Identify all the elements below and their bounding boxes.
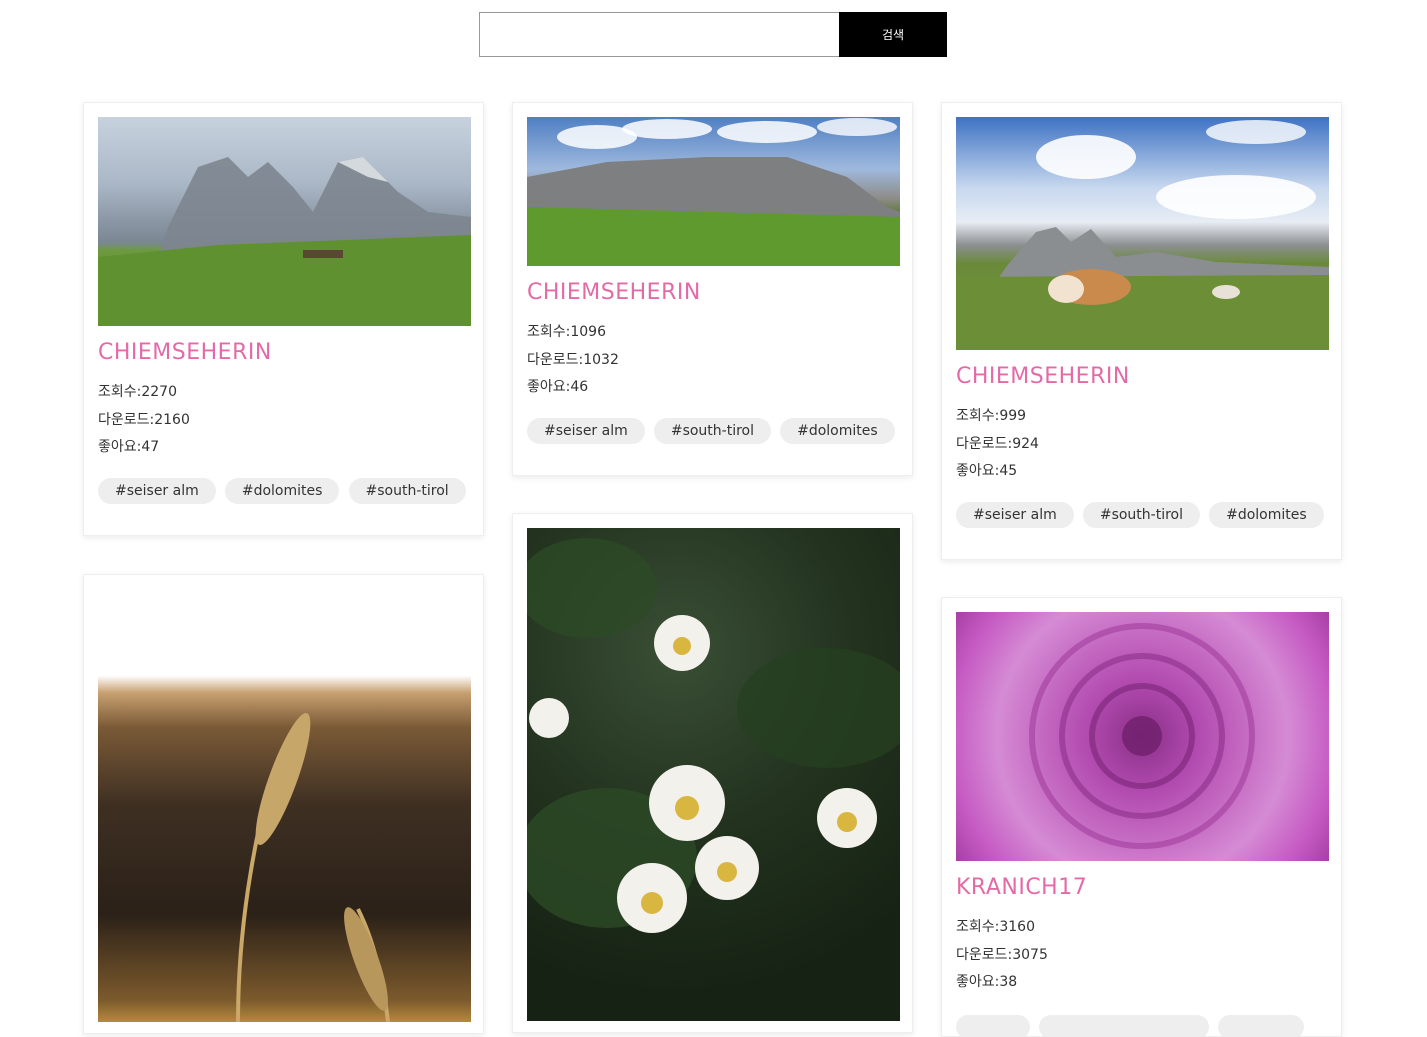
alpine-panorama-photo[interactable] — [527, 117, 900, 266]
wheat-sunset-photo[interactable] — [98, 589, 471, 1022]
like-count: 좋아요:45 — [956, 458, 1327, 486]
card-title[interactable]: CHIEMSEHERIN — [956, 364, 1327, 389]
lotus-shape — [527, 528, 900, 1021]
mountain-shape — [527, 117, 900, 266]
view-count: 조회수:3160 — [956, 914, 1327, 942]
search-bar: 검색 — [479, 12, 947, 57]
cows-grazing-photo[interactable] — [956, 117, 1329, 350]
photo-card[interactable]: CHIEMSEHERIN 조회수:1096 다운로드:1032 좋아요:46 #… — [512, 102, 913, 476]
download-count: 다운로드:2160 — [98, 407, 469, 435]
card-title[interactable]: KRANICH17 — [956, 875, 1327, 900]
photo-card[interactable] — [83, 574, 484, 1034]
photo-card[interactable]: CHIEMSEHERIN 조회수:999 다운로드:924 좋아요:45 #se… — [941, 102, 1342, 560]
download-count: 다운로드:924 — [956, 431, 1327, 459]
download-count: 다운로드:1032 — [527, 347, 898, 375]
view-count: 조회수:1096 — [527, 319, 898, 347]
view-count: 조회수:2270 — [98, 379, 469, 407]
tag[interactable]: #south-tirol — [349, 478, 466, 504]
tag-list: #seiser alm #south-tirol #dolomites — [956, 502, 1327, 528]
search-button[interactable]: 검색 — [839, 12, 947, 57]
tag[interactable]: #dolomites — [225, 478, 340, 504]
wheat-shape — [98, 589, 471, 1022]
photo-card[interactable] — [512, 513, 913, 1033]
tag[interactable]: #seiser alm — [98, 478, 216, 504]
photo-card[interactable]: CHIEMSEHERIN 조회수:2270 다운로드:2160 좋아요:47 #… — [83, 102, 484, 536]
photo-card[interactable]: KRANICH17 조회수:3160 다운로드:3075 좋아요:38 — [941, 597, 1342, 1037]
tag-list: #seiser alm #south-tirol #dolomites — [527, 418, 898, 444]
tag[interactable] — [956, 1015, 1030, 1037]
tag[interactable]: #south-tirol — [654, 418, 771, 444]
mountain-shape — [956, 117, 1329, 350]
card-title[interactable]: CHIEMSEHERIN — [527, 280, 898, 305]
search-input[interactable] — [479, 12, 839, 57]
purple-rose-photo[interactable] — [956, 612, 1329, 861]
white-lotus-photo[interactable] — [527, 528, 900, 1021]
tag-list: #seiser alm #dolomites #south-tirol — [98, 478, 469, 504]
like-count: 좋아요:38 — [956, 969, 1327, 997]
tag[interactable]: #south-tirol — [1083, 502, 1200, 528]
like-count: 좋아요:46 — [527, 374, 898, 402]
tag[interactable]: #dolomites — [1209, 502, 1324, 528]
tag[interactable] — [1039, 1015, 1209, 1037]
tag[interactable] — [1218, 1015, 1304, 1037]
mountain-meadow-photo[interactable] — [98, 117, 471, 326]
download-count: 다운로드:3075 — [956, 942, 1327, 970]
tag[interactable]: #seiser alm — [527, 418, 645, 444]
view-count: 조회수:999 — [956, 403, 1327, 431]
mountain-shape — [98, 117, 471, 326]
card-title[interactable]: CHIEMSEHERIN — [98, 340, 469, 365]
tag[interactable]: #dolomites — [780, 418, 895, 444]
like-count: 좋아요:47 — [98, 434, 469, 462]
tag-list — [956, 1015, 1327, 1037]
rose-shape — [956, 612, 1329, 861]
tag[interactable]: #seiser alm — [956, 502, 1074, 528]
